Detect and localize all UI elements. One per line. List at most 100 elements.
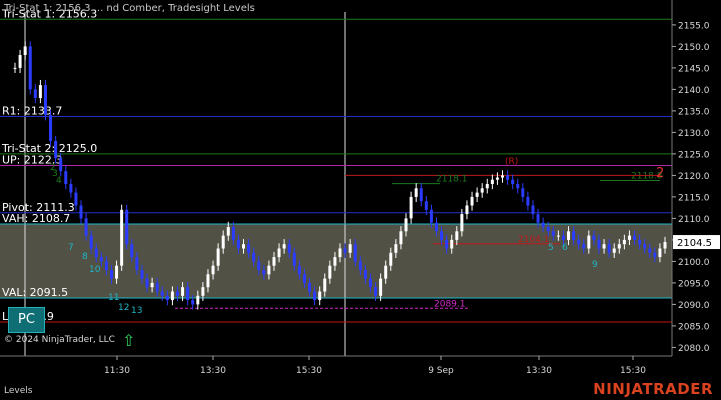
candle-body <box>404 218 408 232</box>
candle-body <box>516 184 520 189</box>
candle-body <box>333 257 337 266</box>
candle-body <box>612 248 616 253</box>
candle-body <box>429 209 433 223</box>
candle-body <box>206 274 210 288</box>
bottom-tab[interactable]: Levels <box>4 386 32 396</box>
candle-body <box>287 244 291 253</box>
y-tick-label: 2150.0 <box>678 43 710 53</box>
x-tick-label: 11:30 <box>104 366 130 376</box>
candle-body <box>587 235 591 249</box>
candle-body <box>343 248 347 253</box>
annotation-label: 11 <box>108 293 119 303</box>
y-tick-label: 2100.0 <box>678 258 710 268</box>
candle-body <box>323 278 327 292</box>
candle-body <box>33 89 37 98</box>
x-tick-label: 15:30 <box>620 366 646 376</box>
annotation-label: 6 <box>562 243 568 253</box>
candle-body <box>150 282 154 288</box>
candle-body <box>475 192 479 197</box>
y-tick-label: 2120.0 <box>678 172 710 182</box>
candle-body <box>160 291 164 296</box>
candle-body <box>43 85 47 116</box>
candle-body <box>109 270 113 279</box>
candle-body <box>231 227 235 240</box>
candle-body <box>358 261 362 270</box>
candle-body <box>201 287 205 296</box>
annotation-label: 9 <box>592 260 598 270</box>
candle-body <box>170 291 174 301</box>
candle-body <box>455 231 459 240</box>
candle-body <box>384 265 388 279</box>
level-label: VAH: 2108.7 <box>2 212 70 225</box>
candle-body <box>648 248 652 253</box>
candle-body <box>308 282 312 292</box>
candle-body <box>28 46 32 90</box>
candle-body <box>521 188 525 197</box>
candle-body <box>617 244 621 249</box>
candle-body <box>292 252 296 266</box>
candle-body <box>592 235 596 240</box>
candle-body <box>450 239 454 249</box>
candle-body <box>272 257 276 266</box>
candle-body <box>120 209 124 266</box>
candle-body <box>572 231 576 240</box>
level-right-label: 2104.1 <box>518 235 550 245</box>
candle-body <box>556 235 560 237</box>
candle-body <box>262 270 266 275</box>
level-right-label: 2089.1 <box>434 299 466 309</box>
candle-body <box>460 214 464 232</box>
pc-badge[interactable]: PC <box>8 307 45 333</box>
candle-body <box>115 265 119 279</box>
candle-body <box>221 235 225 249</box>
y-tick-label: 2145.0 <box>678 64 710 74</box>
candle-body <box>49 115 53 141</box>
candle-body <box>561 235 565 240</box>
y-tick-label: 2140.0 <box>678 86 710 96</box>
candle-body <box>445 239 449 249</box>
candle-body <box>582 244 586 249</box>
candle-body <box>465 205 469 215</box>
candle-body <box>23 46 27 55</box>
candle-body <box>328 265 332 279</box>
candle-body <box>434 222 438 232</box>
annotation-label: 2 <box>656 166 664 181</box>
candle-body <box>99 257 103 262</box>
candle-body <box>94 248 98 258</box>
candle-body <box>64 171 68 184</box>
candle-body <box>181 287 185 296</box>
candle-body <box>242 244 246 249</box>
candle-body <box>480 188 484 193</box>
candle-body <box>13 67 17 69</box>
y-tick-label: 2115.0 <box>678 193 710 203</box>
annotation-label: 10 <box>89 265 101 275</box>
candle-body <box>338 248 342 258</box>
chart-window: Tri-Stat 1: 2156.3 R1: 2133.7 Tri-Stat 2: … <box>0 0 721 400</box>
annotation-label: 4 <box>56 176 62 186</box>
annotation-label: 12 <box>118 303 129 313</box>
candle-body <box>130 244 134 258</box>
candle-body <box>252 252 256 262</box>
candle-body <box>59 158 63 172</box>
candle-body <box>511 179 515 184</box>
candle-body <box>196 295 200 305</box>
candle-body <box>363 270 367 279</box>
candle-body <box>409 196 413 219</box>
candle-body <box>577 239 581 245</box>
x-tick-label: 15:30 <box>296 366 322 376</box>
candle-body <box>89 235 93 249</box>
candle-body <box>541 222 545 227</box>
y-tick-label: 2110.0 <box>678 215 710 225</box>
annotation-label: 7 <box>68 243 74 253</box>
candle-body <box>216 248 220 266</box>
y-tick-label: 2090.0 <box>678 301 710 311</box>
candle-body <box>74 192 78 206</box>
candle-body <box>176 291 179 296</box>
candle-body <box>54 141 58 159</box>
candle-body <box>165 295 169 301</box>
candle-body <box>135 257 139 270</box>
y-tick-label: 2095.0 <box>678 279 710 289</box>
candle-body <box>155 282 159 292</box>
brand-logo: NINJATRADER <box>593 380 713 398</box>
candle-body <box>495 177 499 180</box>
candle-body <box>247 244 251 253</box>
